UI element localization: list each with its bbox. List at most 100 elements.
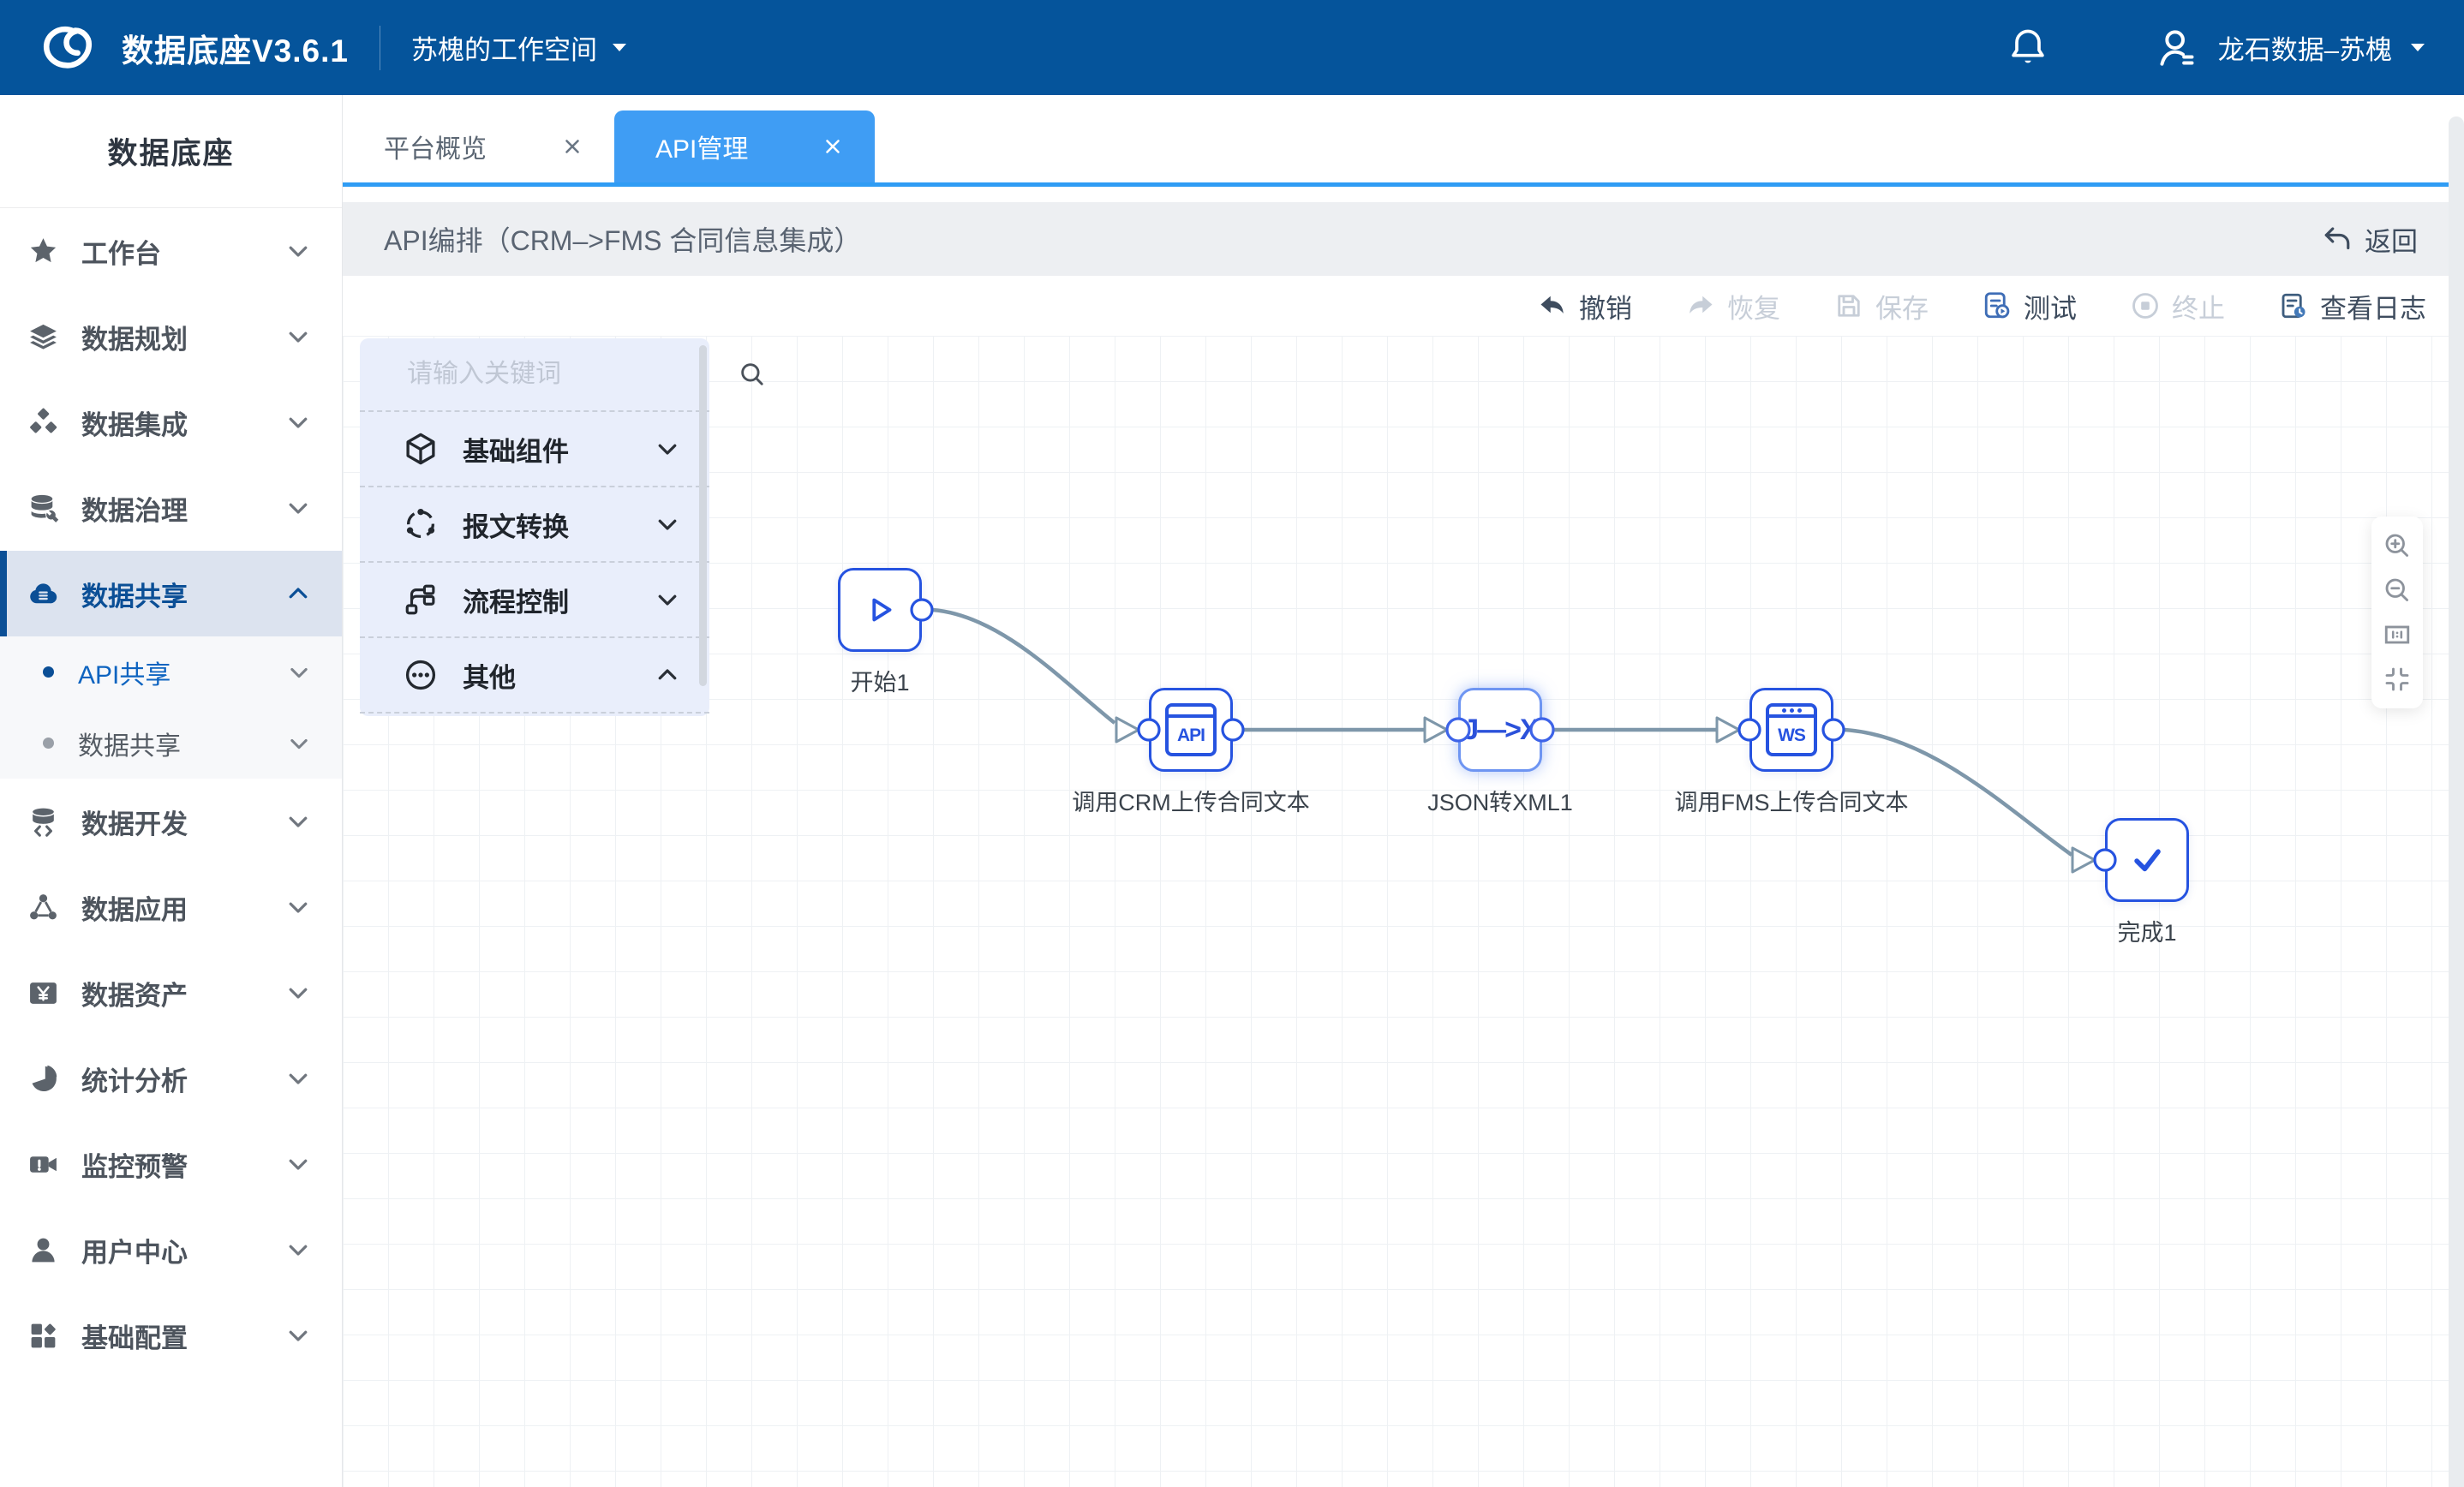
chevron-up-icon (655, 662, 680, 688)
sidebar-item-data-development[interactable]: 数据开发 (0, 779, 342, 864)
asset-card-icon (27, 977, 59, 1009)
search-icon[interactable] (738, 360, 767, 389)
bullet-dot-icon (43, 666, 54, 678)
tab-strip: 平台概览 API管理 (343, 95, 2449, 187)
sidebar-item-data-sharing[interactable]: 数据共享 (0, 551, 342, 636)
palette-search-input[interactable] (407, 360, 738, 389)
palette-section-basic-components[interactable]: 基础组件 (360, 412, 709, 487)
tab-api-management[interactable]: API管理 (614, 110, 875, 182)
stop-icon (2130, 290, 2161, 321)
flow-node-call-fms[interactable]: WS (1749, 688, 1833, 772)
user-name: 龙石数据–苏槐 (2218, 28, 2392, 67)
flow-control-icon (403, 582, 439, 618)
check-icon (2125, 838, 2169, 882)
redo-button[interactable]: 恢复 (1685, 287, 1780, 325)
chevron-down-icon (285, 324, 311, 349)
sidebar-item-data-application[interactable]: 数据应用 (0, 864, 342, 950)
page-title-bar: API编排（CRM–>FMS 合同信息集成） 返回 (343, 202, 2449, 276)
chevron-down-icon (285, 1237, 311, 1263)
sidebar-item-data-governance[interactable]: 数据治理 (0, 465, 342, 551)
test-icon (1982, 290, 2012, 321)
workspace-label: 苏槐的工作空间 (411, 28, 597, 67)
test-button[interactable]: 测试 (1982, 287, 2077, 325)
close-icon[interactable] (561, 135, 583, 158)
chevron-down-icon (285, 1323, 311, 1348)
flow-node-start[interactable] (838, 568, 922, 652)
sidebar: 数据底座 工作台 数据规划 数据集成 数据治理 数据共享 API共享 数据共享 (0, 95, 343, 1487)
flow-canvas[interactable]: 基础组件 报文转换 流程控制 其他 开始1 (343, 336, 2449, 1487)
workspace-selector[interactable]: 苏槐的工作空间 (411, 28, 628, 67)
node-label: 调用FMS上传合同文本 (1675, 784, 1909, 817)
node-label: 完成1 (2117, 914, 2176, 947)
node-label: 开始1 (850, 664, 909, 697)
flow-node-call-crm[interactable]: API (1149, 688, 1233, 772)
save-icon (1833, 290, 1864, 321)
pie-chart-icon (27, 1063, 59, 1095)
fit-view-icon[interactable] (2382, 664, 2413, 695)
undo-button[interactable]: 撤销 (1537, 287, 1632, 325)
chevron-down-icon (285, 980, 311, 1006)
bullet-dot-icon (43, 738, 54, 749)
chevron-down-icon (285, 1066, 311, 1091)
main-content: 平台概览 API管理 API编排（CRM–>FMS 合同信息集成） 返回 撤销 … (343, 95, 2464, 1487)
arrowhead-icon (1717, 718, 1739, 742)
chevron-down-icon (285, 1151, 311, 1177)
arrowhead-icon (1116, 718, 1139, 742)
close-icon[interactable] (822, 135, 844, 158)
palette-section-message-transform[interactable]: 报文转换 (360, 487, 709, 563)
app-title: 数据底座V3.6.1 (122, 25, 349, 71)
notification-bell-icon[interactable] (2006, 26, 2050, 70)
zoom-in-icon[interactable] (2382, 530, 2413, 561)
sidebar-item-data-integration[interactable]: 数据集成 (0, 379, 342, 465)
canvas-zoom-controls (2371, 517, 2423, 708)
scrollbar-track[interactable] (2449, 116, 2464, 1487)
chevron-down-icon (655, 436, 680, 462)
palette-section-flow-control[interactable]: 流程控制 (360, 563, 709, 638)
sidebar-item-monitor-alerts[interactable]: 监控预警 (0, 1121, 342, 1207)
sidebar-item-user-center[interactable]: 用户中心 (0, 1207, 342, 1293)
share-nodes-icon (27, 892, 59, 923)
monitor-alert-icon (27, 1149, 59, 1180)
chevron-down-icon (285, 238, 311, 264)
chevron-down-icon (285, 809, 311, 834)
chevron-up-icon (285, 581, 311, 606)
cube-icon (403, 431, 439, 467)
tab-active-underline (343, 182, 2449, 187)
terminate-button[interactable]: 终止 (2130, 287, 2225, 325)
flow-node-finish[interactable] (2105, 818, 2189, 902)
flow-node-json-to-xml[interactable]: J—>X (1458, 688, 1542, 772)
sidebar-item-base-config[interactable]: 基础配置 (0, 1293, 342, 1378)
chevron-down-icon (655, 511, 680, 537)
app-header: 数据底座V3.6.1 苏槐的工作空间 龙石数据–苏槐 (0, 0, 2464, 95)
caret-down-icon (611, 42, 628, 54)
flow-toolbar: 撤销 恢复 保存 测试 终止 查看日志 (343, 276, 2449, 336)
sidebar-item-data-assets[interactable]: 数据资产 (0, 950, 342, 1036)
tab-platform-overview[interactable]: 平台概览 (343, 110, 614, 182)
transform-cycle-icon (403, 506, 439, 542)
sidebar-item-workbench[interactable]: 工作台 (0, 208, 342, 294)
app-logo-icon (38, 18, 98, 78)
sidebar-subitem-data-sharing[interactable]: 数据共享 (0, 708, 342, 779)
user-menu[interactable]: 龙石数据–苏槐 (2153, 24, 2426, 72)
sidebar-item-statistics[interactable]: 统计分析 (0, 1036, 342, 1121)
save-button[interactable]: 保存 (1833, 287, 1929, 325)
zoom-out-icon[interactable] (2382, 575, 2413, 606)
chevron-down-icon (285, 409, 311, 435)
sidebar-subitem-api-sharing[interactable]: API共享 (0, 636, 342, 708)
palette-section-other[interactable]: 其他 (360, 638, 709, 714)
sidebar-submenu-data-sharing: API共享 数据共享 (0, 636, 342, 779)
undo-icon (1537, 290, 1568, 321)
user-icon (27, 1234, 59, 1266)
json-to-xml-icon: J—>X (1462, 714, 1537, 747)
node-label: 调用CRM上传合同文本 (1072, 784, 1310, 817)
component-palette: 基础组件 报文转换 流程控制 其他 (360, 338, 709, 716)
back-button[interactable]: 返回 (2322, 220, 2418, 259)
view-logs-button[interactable]: 查看日志 (2278, 287, 2426, 325)
api-window-icon: API (1165, 703, 1217, 756)
database-code-icon (27, 806, 59, 838)
sidebar-item-data-planning[interactable]: 数据规划 (0, 294, 342, 379)
palette-scrollbar[interactable] (699, 345, 707, 686)
palette-search (360, 338, 709, 412)
actual-size-icon[interactable] (2382, 619, 2413, 650)
chevron-down-icon (285, 495, 311, 521)
